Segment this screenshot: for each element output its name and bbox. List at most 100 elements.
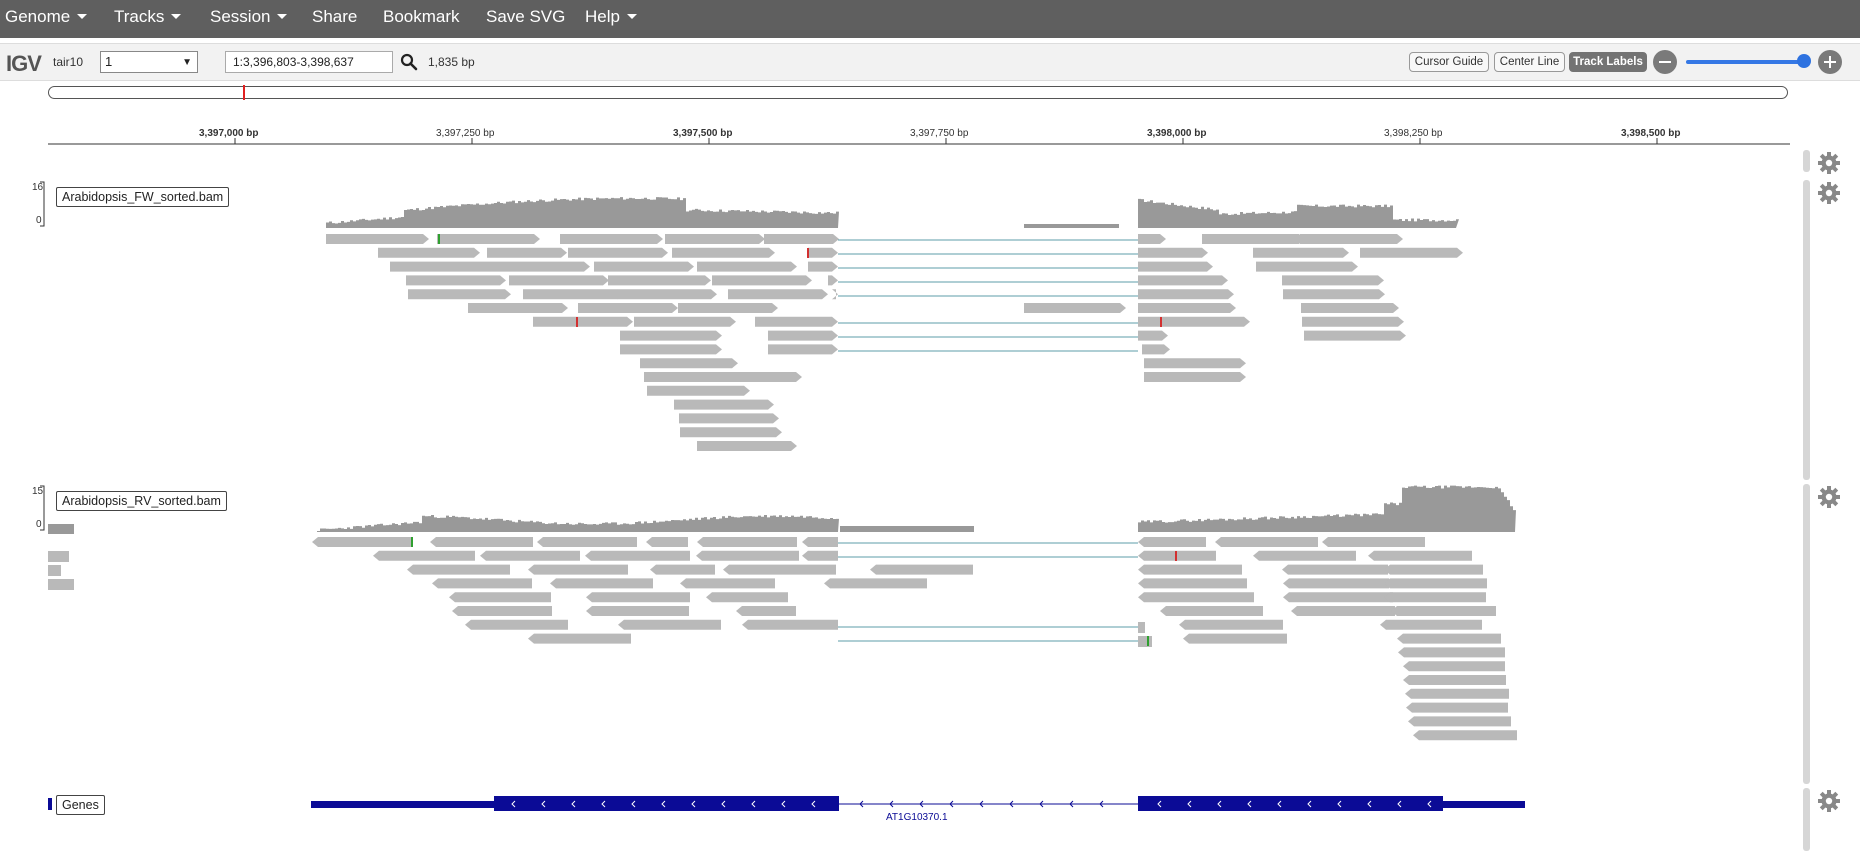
aligned-read [1138,622,1145,633]
aligned-read [646,537,688,547]
aligned-read [1142,344,1170,355]
aligned-read [1282,275,1384,286]
aligned-read [1283,578,1389,589]
aligned-read [465,619,568,630]
aligned-read [678,303,778,313]
aligned-read [723,564,836,575]
genes-track-scrollbar[interactable] [1803,788,1810,851]
gear-icon[interactable] [1818,486,1840,508]
aligned-read [1179,619,1283,630]
aligned-read [634,316,736,327]
ruler-tick-label: 3,398,000 bp [1147,128,1207,139]
aligned-read [802,537,838,547]
aligned-read [528,633,631,644]
track-name-rv[interactable]: Arabidopsis_RV_sorted.bam [56,491,227,511]
fw-track-scrollbar[interactable] [1803,180,1810,480]
aligned-read [452,606,552,616]
aligned-read [1138,234,1166,244]
aligned-read [1138,578,1247,589]
aligned-read [650,564,715,575]
aligned-read [832,289,838,300]
aligned-read [672,247,775,258]
gear-icon[interactable] [1818,182,1840,204]
aligned-read [1283,592,1393,603]
rv-coverage-exon1 [317,514,839,532]
mismatch-mark [411,537,413,547]
ruler-scrollbar[interactable] [1803,150,1810,172]
aligned-read [1413,730,1517,741]
aligned-read [764,234,839,244]
aligned-read [586,606,689,616]
aligned-read [1304,330,1406,341]
aligned-read [449,592,551,603]
aligned-read [1138,247,1208,258]
fw-coverage-exon1 [326,197,839,228]
aligned-read [700,372,802,382]
aligned-read [1302,316,1404,327]
aligned-read [1138,564,1242,575]
aligned-read [1282,564,1388,575]
rv-coverage-mid [840,526,974,532]
fw-coverage-exon2 [1138,198,1459,228]
aligned-read [1398,647,1505,658]
aligned-read [509,275,609,286]
aligned-read [432,578,532,589]
aligned-read [620,330,722,341]
gene-feature-name[interactable]: AT1G10370.1 [886,812,948,823]
ruler-tick-label: 3,398,500 bp [1621,128,1681,139]
track-name-genes[interactable]: Genes [56,795,105,815]
aligned-read [755,316,838,327]
aligned-read [1300,234,1403,244]
aligned-read [1256,261,1358,272]
aligned-read [696,550,799,561]
aligned-read [406,275,506,286]
aligned-read [674,399,774,410]
aligned-read [768,344,838,355]
aligned-read [1138,303,1236,313]
aligned-read [1138,330,1168,341]
aligned-read [1283,289,1385,300]
aligned-read [480,550,580,561]
aligned-read [1291,606,1395,616]
mismatch-mark [1147,636,1149,646]
fw-coverage-gap [1024,224,1119,228]
ruler-tick-label: 3,397,750 bp [910,128,969,139]
aligned-read [1406,702,1508,713]
aligned-read [1253,550,1356,561]
gear-icon[interactable] [1818,152,1840,174]
ruler-tick-label: 3,397,250 bp [436,128,495,139]
aligned-read [1322,537,1425,547]
aligned-read [1301,303,1399,313]
gene-exon [1138,796,1443,811]
aligned-read [1144,358,1246,369]
gear-icon[interactable] [1818,790,1840,812]
aligned-read [1144,372,1246,382]
aligned-read [1160,606,1263,616]
aligned-read [697,261,797,272]
aligned-read [578,303,678,313]
aligned-read [1368,550,1472,561]
rv-coverage-exon2 [1138,485,1516,532]
aligned-read [808,247,838,258]
mismatch-mark [438,234,440,244]
fw-range-min: 0 [36,215,42,226]
aligned-read [620,344,722,355]
aligned-read [647,385,750,396]
aligned-read [487,247,567,258]
gene-utr [1443,801,1525,808]
rv-track-scrollbar[interactable] [1803,484,1810,784]
ruler-tick-label: 3,398,250 bp [1384,128,1443,139]
aligned-read [594,261,694,272]
aligned-read [680,578,775,589]
aligned-read [1138,636,1152,647]
track-name-fw[interactable]: Arabidopsis_FW_sorted.bam [56,187,230,207]
aligned-read [828,275,838,286]
rv-coverage-left [48,524,74,534]
mismatch-mark [807,248,809,258]
aligned-read [1397,633,1501,644]
aligned-read [640,358,738,369]
aligned-read [1253,247,1349,258]
gene-left-edge [48,798,52,810]
aligned-read [706,592,788,603]
aligned-read [618,619,721,630]
